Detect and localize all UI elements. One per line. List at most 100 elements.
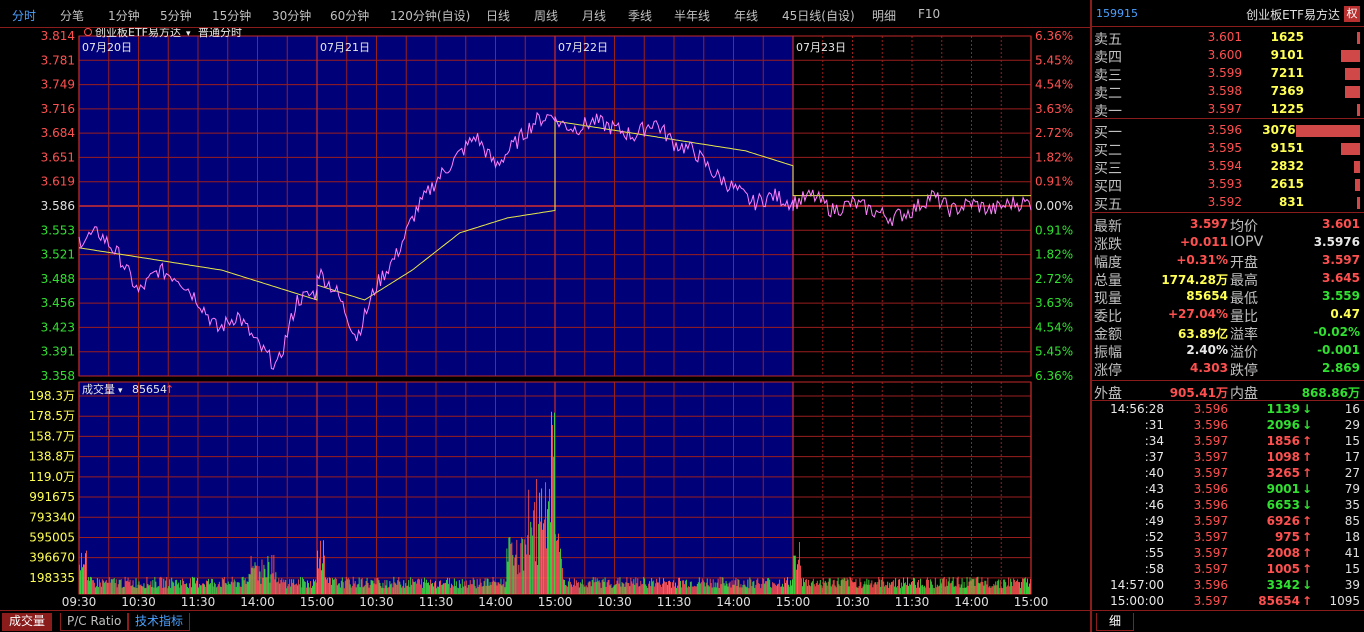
tick-volume: 975 bbox=[1274, 530, 1300, 544]
period-tab[interactable]: 月线 bbox=[582, 7, 606, 24]
pct-tick-label: 2.72% bbox=[1035, 272, 1073, 286]
tick-time: :34 bbox=[1144, 434, 1164, 448]
stat-value: 85654 bbox=[1186, 289, 1228, 303]
tick-row[interactable]: 15:00:00 3.597 85654 ↑ 1095 bbox=[1092, 594, 1364, 610]
tick-count: 15 bbox=[1344, 562, 1360, 576]
period-tab[interactable]: 季线 bbox=[628, 7, 652, 24]
bid-row[interactable]: 买一 3.596 30769 bbox=[1092, 121, 1364, 141]
tick-price: 3.597 bbox=[1193, 514, 1228, 528]
period-tab[interactable]: 明细 bbox=[872, 7, 896, 24]
period-tab[interactable]: 分时 bbox=[12, 7, 36, 24]
stat-value: 1774.28万 bbox=[1161, 273, 1228, 287]
tick-row[interactable]: :58 3.597 1005 ↑ 15 bbox=[1092, 562, 1364, 578]
pct-tick-label: 6.36% bbox=[1035, 29, 1073, 43]
bid-row[interactable]: 买二 3.595 9151 bbox=[1092, 139, 1364, 159]
period-tab[interactable]: 5分钟 bbox=[160, 7, 192, 24]
stat-value: +27.04% bbox=[1167, 307, 1228, 321]
tick-row[interactable]: :40 3.597 3265 ↑ 27 bbox=[1092, 466, 1364, 482]
period-tab[interactable]: 120分钟(自设) bbox=[390, 7, 470, 24]
tick-row[interactable]: :46 3.596 6653 ↓ 35 bbox=[1092, 498, 1364, 514]
day-label: 07月23日 bbox=[796, 41, 846, 54]
outer-value: 905.41万 bbox=[1169, 386, 1228, 400]
stat-value: 3.5976 bbox=[1313, 235, 1360, 249]
period-tab[interactable]: 分笔 bbox=[60, 7, 84, 24]
tick-price: 3.596 bbox=[1193, 402, 1228, 416]
tick-volume: 1139 bbox=[1266, 402, 1300, 416]
ask-row[interactable]: 卖五 3.601 1625 bbox=[1092, 28, 1364, 48]
pct-tick-label: 3.63% bbox=[1035, 102, 1073, 116]
intraday-chart[interactable]: 3.814 3.781 3.749 3.716 3.684 3.651 3.619 3.586… bbox=[0, 28, 1090, 610]
tick-row[interactable]: 14:57:00 3.596 3342 ↓ 39 bbox=[1092, 578, 1364, 594]
inner-value: 868.86万 bbox=[1301, 386, 1360, 400]
bid-row[interactable]: 买五 3.592 831 bbox=[1092, 193, 1364, 213]
ask-row[interactable]: 卖一 3.597 1225 bbox=[1092, 100, 1364, 120]
arrow-down-icon: ↓ bbox=[1302, 418, 1313, 432]
ask-row[interactable]: 卖三 3.599 7211 bbox=[1092, 64, 1364, 84]
tick-price: 3.596 bbox=[1193, 578, 1228, 592]
tick-row[interactable]: :49 3.597 6926 ↑ 85 bbox=[1092, 514, 1364, 530]
ask-price: 3.599 bbox=[1207, 66, 1242, 80]
stat-row: 总量 1774.28万 最高 3.645 bbox=[1092, 269, 1364, 289]
tab-volume[interactable]: 成交量 bbox=[2, 613, 53, 631]
tick-row[interactable]: :37 3.597 1098 ↑ 17 bbox=[1092, 450, 1364, 466]
bid-volume: 9151 bbox=[1270, 141, 1304, 155]
tick-row[interactable]: :34 3.597 1856 ↑ 15 bbox=[1092, 434, 1364, 450]
day-label: 07月22日 bbox=[558, 41, 608, 54]
tick-time: :58 bbox=[1144, 562, 1164, 576]
tick-count: 39 bbox=[1344, 578, 1360, 592]
period-tab[interactable]: 15分钟 bbox=[212, 7, 251, 24]
bid-volume-bar bbox=[1341, 143, 1360, 155]
ask-volume-bar bbox=[1357, 104, 1360, 116]
bid-volume-bar bbox=[1357, 197, 1360, 209]
period-tab[interactable]: F10 bbox=[918, 7, 940, 21]
price-tick-label: 3.781 bbox=[41, 53, 75, 67]
tick-volume: 6926 bbox=[1266, 514, 1300, 528]
tick-price: 3.597 bbox=[1193, 434, 1228, 448]
price-tick-label: 3.391 bbox=[41, 345, 75, 359]
ask-price: 3.600 bbox=[1207, 48, 1242, 62]
stat-label: IOPV bbox=[1230, 234, 1264, 250]
tab-pc-ratio[interactable]: P/C Ratio bbox=[60, 613, 129, 631]
price-tick-label: 3.456 bbox=[41, 296, 75, 310]
tick-row[interactable]: :55 3.597 2008 ↑ 41 bbox=[1092, 546, 1364, 562]
tick-volume: 2096 bbox=[1266, 418, 1300, 432]
tick-row[interactable]: :52 3.597 975 ↑ 18 bbox=[1092, 530, 1364, 546]
tick-volume: 85654 bbox=[1258, 594, 1300, 608]
tab-detail[interactable]: 细 bbox=[1096, 613, 1135, 631]
title-dot-icon bbox=[84, 28, 92, 36]
tick-row[interactable]: :43 3.596 9001 ↓ 79 bbox=[1092, 482, 1364, 498]
period-tab[interactable]: 45日线(自设) bbox=[782, 7, 855, 24]
arrow-up-icon: ↑ bbox=[1302, 514, 1313, 528]
period-tab[interactable]: 30分钟 bbox=[272, 7, 311, 24]
price-tick-label: 3.488 bbox=[41, 272, 75, 286]
ask-row[interactable]: 卖四 3.600 9101 bbox=[1092, 46, 1364, 66]
stat-label: 跌停 bbox=[1230, 363, 1258, 379]
stat-value: 2.40% bbox=[1186, 343, 1228, 357]
period-tab[interactable]: 1分钟 bbox=[108, 7, 140, 24]
period-tab[interactable]: 周线 bbox=[534, 7, 558, 24]
arrow-down-icon: ↓ bbox=[1302, 498, 1313, 512]
ask-row[interactable]: 卖二 3.598 7369 bbox=[1092, 82, 1364, 102]
time-tick-label: 09:30 bbox=[62, 595, 97, 609]
time-tick-label: 15:00 bbox=[538, 595, 573, 609]
period-tab[interactable]: 年线 bbox=[734, 7, 758, 24]
tab-technical-indicators[interactable]: 技术指标 bbox=[128, 613, 191, 631]
period-tab[interactable]: 日线 bbox=[486, 7, 510, 24]
bid-row[interactable]: 买四 3.593 2615 bbox=[1092, 175, 1364, 195]
period-tab[interactable]: 60分钟 bbox=[330, 7, 369, 24]
stat-row: 幅度 +0.31% 开盘 3.597 bbox=[1092, 251, 1364, 271]
bid-row[interactable]: 买三 3.594 2832 bbox=[1092, 157, 1364, 177]
tick-row[interactable]: :31 3.596 2096 ↓ 29 bbox=[1092, 418, 1364, 434]
pct-tick-label: 4.54% bbox=[1035, 78, 1073, 92]
tick-time: :43 bbox=[1144, 482, 1164, 496]
bid-price: 3.595 bbox=[1207, 141, 1242, 155]
bid-price: 3.596 bbox=[1207, 123, 1242, 137]
rights-badge[interactable]: 权 bbox=[1344, 6, 1360, 22]
arrow-down-icon: ↓ bbox=[1302, 482, 1313, 496]
volume-tick-label: 178.5万 bbox=[29, 409, 75, 423]
time-tick-label: 15:00 bbox=[300, 595, 335, 609]
arrow-up-icon: ↑ bbox=[1302, 594, 1313, 608]
tick-row[interactable]: 14:56:28 3.596 1139 ↓ 16 bbox=[1092, 402, 1364, 418]
period-tab[interactable]: 半年线 bbox=[674, 7, 710, 24]
tick-volume: 9001 bbox=[1266, 482, 1300, 496]
